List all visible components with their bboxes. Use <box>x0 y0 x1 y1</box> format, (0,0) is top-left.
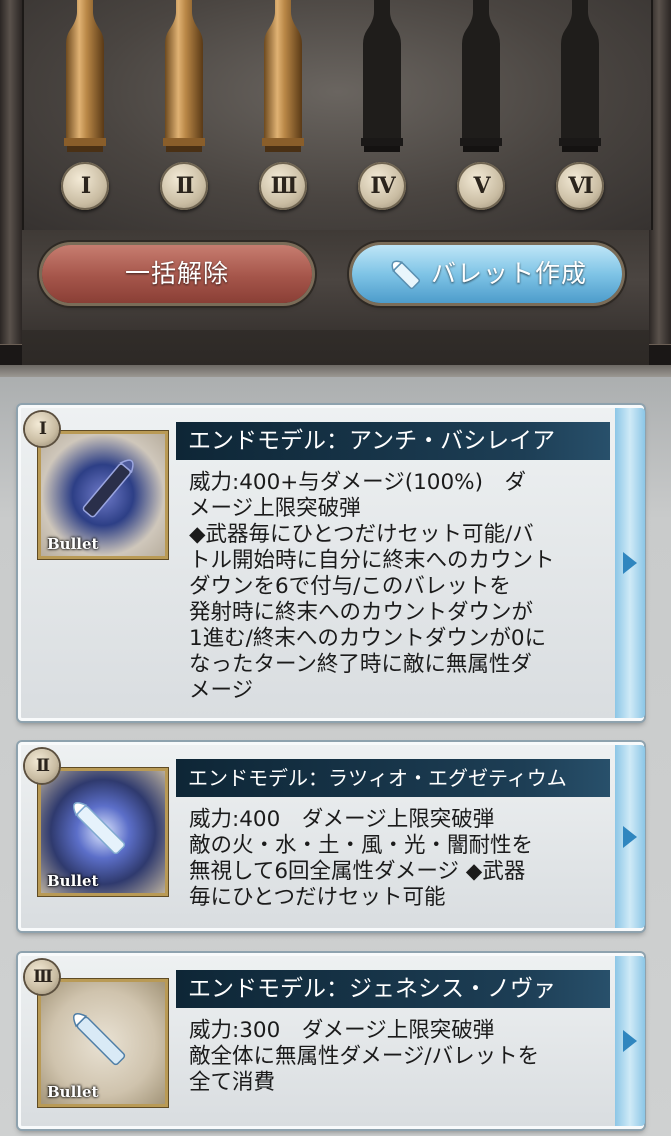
slot-numeral: I <box>61 162 109 210</box>
create-bullet-button[interactable]: バレット作成 <box>352 245 622 303</box>
bullet-description: 威力:300 ダメージ上限突破弾 敵全体に無属性ダメージ/バレットを 全て消費 <box>189 1018 540 1095</box>
empty-casing-icon <box>361 0 403 152</box>
left-frame-rail <box>0 0 22 365</box>
bullet-card-2[interactable]: II Bullet エンドモデル：ラツィオ・エグゼティウム 威力:400 ダメー… <box>18 742 645 931</box>
bullet-slot-panel: I II III IV V VI 一括解除 バレット作成 <box>0 0 671 365</box>
empty-casing-icon <box>460 0 502 152</box>
slot-numeral: VI <box>556 162 604 210</box>
chevron-right-icon <box>623 552 637 574</box>
bullet-thumbnail: Bullet <box>38 768 168 896</box>
bullet-casing-icon <box>262 0 304 152</box>
thumb-label: Bullet <box>47 1083 99 1101</box>
bullet-title: エンドモデル：ジェネシス・ノヴァ <box>176 970 610 1008</box>
bullet-slot-2[interactable]: II <box>154 0 214 215</box>
slot-numeral: V <box>457 162 505 210</box>
bullet-description: 威力:400+与ダメージ(100%) ダ メージ上限突破弾 ◆武器毎にひとつだけ… <box>189 470 555 703</box>
rank-badge: II <box>25 749 59 783</box>
slot-numeral: II <box>160 162 208 210</box>
detail-arrow-button[interactable] <box>615 408 645 718</box>
bullet-description: 威力:400 ダメージ上限突破弾 敵の火・水・土・風・光・闇耐性を 無視して6回… <box>189 807 534 910</box>
rail-foot <box>649 344 671 365</box>
empty-casing-icon <box>559 0 601 152</box>
bullet-slot-4[interactable]: IV <box>352 0 412 215</box>
bullet-slot-1[interactable]: I <box>55 0 115 215</box>
bullet-casing-icon <box>64 0 106 152</box>
rail-foot <box>0 344 22 365</box>
release-all-label: 一括解除 <box>124 259 229 288</box>
bullet-title: エンドモデル：ラツィオ・エグゼティウム <box>176 759 610 797</box>
chevron-right-icon <box>623 1030 637 1052</box>
slot-numeral: III <box>259 162 307 210</box>
bullet-slot-5[interactable]: V <box>451 0 511 215</box>
thumb-label: Bullet <box>47 535 99 553</box>
slot-numeral: IV <box>358 162 406 210</box>
rank-badge: I <box>25 412 59 446</box>
chevron-right-icon <box>623 825 637 848</box>
bullet-thumbnail: Bullet <box>38 431 168 559</box>
thumb-label: Bullet <box>47 872 99 890</box>
rank-badge: III <box>25 960 59 994</box>
release-all-button[interactable]: 一括解除 <box>42 245 312 303</box>
detail-arrow-button[interactable] <box>615 956 645 1126</box>
detail-arrow-button[interactable] <box>615 745 645 928</box>
bullet-title: エンドモデル：アンチ・バシレイア <box>176 422 610 460</box>
bullet-slot-6[interactable]: VI <box>550 0 610 215</box>
bullet-card-1[interactable]: I Bullet エンドモデル：アンチ・バシレイア 威力:400+与ダメージ(1… <box>18 405 645 721</box>
list-top-border <box>0 365 671 377</box>
bullet-card-3[interactable]: III Bullet エンドモデル：ジェネシス・ノヴァ 威力:300 ダメージ上… <box>18 953 645 1129</box>
bullet-casing-icon <box>163 0 205 152</box>
bullet-icon <box>391 260 421 290</box>
bullet-slot-3[interactable]: III <box>253 0 313 215</box>
bullet-thumbnail: Bullet <box>38 979 168 1107</box>
